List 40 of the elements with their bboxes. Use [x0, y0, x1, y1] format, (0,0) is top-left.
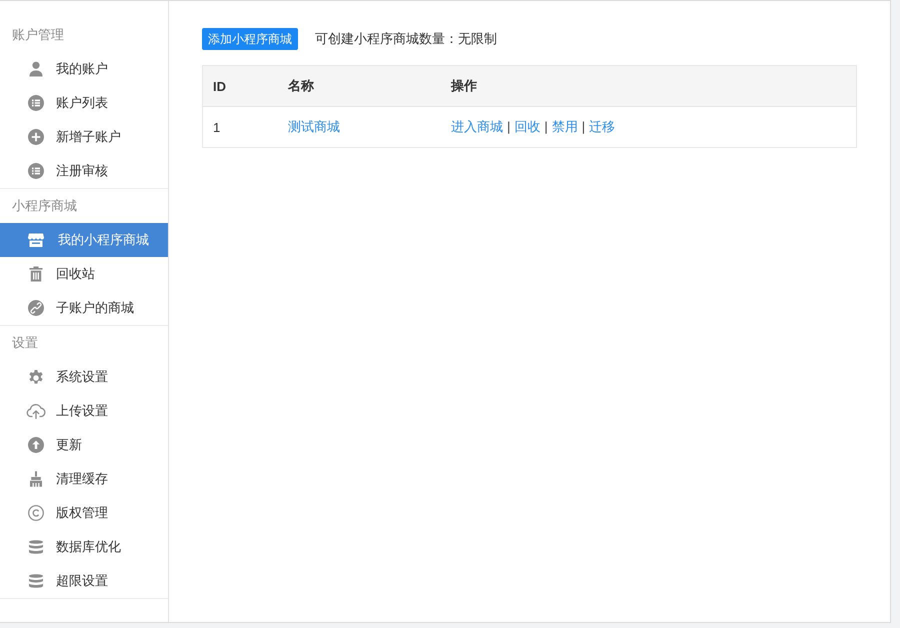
- sidebar-item[interactable]: 回收站: [0, 257, 168, 291]
- sidebar-item[interactable]: 账户列表: [0, 86, 168, 120]
- sidebar-item[interactable]: 上传设置: [0, 394, 168, 428]
- sidebar-item[interactable]: 数据库优化: [0, 530, 168, 564]
- list-icon: [28, 163, 44, 179]
- list-icon: [28, 95, 44, 111]
- sidebar-item[interactable]: 注册审核: [0, 154, 168, 188]
- settings-icon: [28, 369, 44, 385]
- add-icon: [28, 129, 44, 145]
- sidebar-item[interactable]: 新增子账户: [0, 120, 168, 154]
- sidebar-item[interactable]: 我的账户: [0, 52, 168, 86]
- trash-icon: [28, 266, 44, 282]
- column-header: 操作: [441, 66, 856, 106]
- column-header: 名称: [278, 66, 441, 106]
- column-header: ID: [202, 66, 278, 106]
- cloud-upload-icon: [26, 403, 46, 419]
- quota-text: 可创建小程序商城数量：无限制: [315, 30, 497, 48]
- database-icon: [28, 539, 44, 555]
- section-title: 设置: [11, 334, 39, 352]
- copyright-icon: [28, 505, 44, 521]
- upload-icon: [28, 437, 44, 453]
- sidebar-item[interactable]: 版权管理: [0, 496, 168, 530]
- sidebar-item[interactable]: 超限设置: [0, 564, 168, 598]
- action-separator: |: [507, 119, 510, 134]
- table-cell: 1: [202, 106, 278, 148]
- sidebar-item[interactable]: 清理缓存: [0, 462, 168, 496]
- person-icon: [28, 61, 44, 77]
- sidebar-item[interactable]: 系统设置: [0, 360, 168, 394]
- sidebar-item[interactable]: 我的小程序商城: [0, 223, 168, 257]
- section-title: 小程序商城: [11, 197, 78, 215]
- action-separator: |: [582, 119, 586, 134]
- database-icon: [28, 573, 44, 589]
- add-store-button[interactable]: 添加小程序商城: [202, 28, 298, 50]
- link-icon: [28, 300, 44, 316]
- sidebar-item[interactable]: 更新: [0, 428, 168, 462]
- section-title: 账户管理: [11, 26, 65, 44]
- sidebar-item[interactable]: 子账户的商城: [0, 291, 168, 325]
- action-separator: |: [544, 119, 548, 134]
- brush-icon: [28, 471, 44, 487]
- store-icon: [28, 232, 44, 248]
